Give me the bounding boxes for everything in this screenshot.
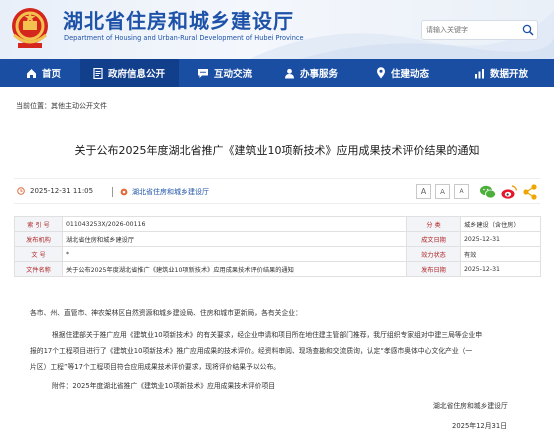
wechat-share-icon[interactable]	[479, 183, 497, 201]
signature-date: 2025年12月31日	[452, 422, 507, 430]
source-text: 湖北省住房和城乡建设厅	[132, 188, 209, 196]
paragraph-line: 片区）工程”等17个工程项目符合应用成果技术评价要求，现将评价结果予以公布。	[30, 363, 281, 371]
publish-date-text: 2025-12-31 11:05	[30, 187, 94, 195]
nav-label: 政府信息公开	[108, 69, 166, 80]
user-service-icon	[285, 68, 294, 78]
nav-label: 数据开放	[490, 69, 529, 80]
index-number-label: 索 引 号	[14, 216, 63, 232]
share-icon[interactable]	[521, 183, 539, 201]
nav-item-open-data[interactable]: 数据开放	[453, 59, 554, 87]
publish-date-label: 发布日期	[406, 261, 461, 277]
breadcrumb-current[interactable]: 其他主动公开文件	[51, 102, 107, 110]
file-name-value: 关于公布2025年度湖北省推广《建筑业10项新技术》应用成果技术评价结果的通知	[62, 261, 407, 277]
attachment-line[interactable]: 附件：2025年度湖北省推广《建筑业10项新技术》应用成果技术评价项目	[52, 380, 275, 390]
publish-date: 2025-12-31 11:05	[17, 187, 93, 195]
site-header: 湖北省住房和城乡建设厅 Department of Housing and Ur…	[0, 0, 554, 59]
search-input[interactable]	[426, 23, 516, 37]
breadcrumb: 当前位置：其他主动公开文件	[16, 101, 107, 111]
article-source: 湖北省住房和城乡建设厅	[120, 187, 209, 197]
nav-item-gov-info[interactable]: 政府信息公开	[80, 59, 179, 87]
written-date-value: 2025-12-31	[460, 231, 541, 247]
validity-label: 效力状态	[406, 246, 461, 262]
paragraph-line: 根据住建部关于推广应用《建筑业10项新技术》的有关要求，经企业申请和项目所在地住…	[52, 331, 483, 339]
paragraph-line: 报的17个工程项目进行了《建筑业10项新技术》推广应用成果的技术评价。经资料审阅…	[30, 347, 473, 355]
publisher-value: 湖北省住房和城乡建设厅	[62, 231, 407, 247]
nav-item-home[interactable]: 首页	[0, 59, 80, 87]
nav-item-news[interactable]: 住建动态	[358, 59, 453, 87]
nav-item-interaction[interactable]: 互动交流	[179, 59, 271, 87]
location-icon	[377, 67, 385, 79]
font-size-medium-button[interactable]: A	[435, 184, 450, 199]
table-row: 文 号 * 效力状态 有效	[14, 246, 541, 262]
publisher-label: 发布机构	[14, 231, 63, 247]
nav-label: 首页	[42, 69, 62, 80]
data-icon	[475, 68, 484, 78]
category-label: 分 类	[406, 216, 461, 232]
signature-org: 湖北省住房和城乡建设厅	[433, 402, 508, 410]
index-number-value: 011043253X/2026-00116	[62, 216, 407, 232]
site-title[interactable]: 湖北省住房和城乡建设厅	[63, 5, 294, 34]
doc-number-value: *	[62, 246, 407, 262]
nav-item-services[interactable]: 办事服务	[271, 59, 358, 87]
source-icon	[120, 188, 128, 196]
table-row: 发布机构 湖北省住房和城乡建设厅 成文日期 2025-12-31	[14, 231, 541, 247]
article-meta: 2025-12-31 11:05 湖北省住房和城乡建设厅 A A A	[14, 178, 540, 204]
table-row: 文件名称 关于公布2025年度湖北省推广《建筑业10项新技术》应用成果技术评价结…	[14, 261, 541, 277]
table-row: 索 引 号 011043253X/2026-00116 分 类 城乡建设（含住房…	[14, 216, 541, 232]
page-title: 关于公布2025年度湖北省推广《建筑业10项新技术》应用成果技术评价结果的通知	[74, 144, 480, 157]
national-emblem-logo[interactable]	[8, 5, 52, 51]
publish-date-value: 2025-12-31	[460, 261, 541, 277]
search-icon[interactable]	[522, 24, 534, 36]
breadcrumb-prefix: 当前位置：	[16, 102, 51, 110]
weibo-share-icon[interactable]	[500, 183, 518, 201]
written-date-label: 成文日期	[406, 231, 461, 247]
clock-icon	[17, 187, 25, 195]
chat-icon	[198, 68, 208, 78]
category-value: 城乡建设（含住房）	[460, 216, 541, 232]
file-name-label: 文件名称	[14, 261, 63, 277]
nav-label: 互动交流	[214, 69, 253, 80]
doc-number-label: 文 号	[14, 246, 63, 262]
search-box[interactable]	[421, 20, 538, 40]
site-subtitle: Department of Housing and Urban-Rural De…	[64, 34, 304, 42]
nav-label: 住建动态	[391, 69, 430, 80]
home-icon	[27, 68, 36, 78]
validity-value: 有效	[460, 246, 541, 262]
salutation: 各市、州、直管市、神农架林区自然资源和城乡建设局、住房和城市更新局，各有关企业：	[30, 309, 302, 317]
document-icon	[93, 67, 103, 79]
meta-divider	[112, 187, 113, 197]
main-nav: 首页 政府信息公开 互动交流 办事服务 住建动态 数据开放	[0, 59, 554, 87]
nav-label: 办事服务	[300, 69, 339, 80]
font-size-small-button[interactable]: A	[454, 184, 469, 199]
font-size-large-button[interactable]: A	[416, 184, 431, 199]
document-info-table: 索 引 号 011043253X/2026-00116 分 类 城乡建设（含住房…	[14, 216, 541, 277]
